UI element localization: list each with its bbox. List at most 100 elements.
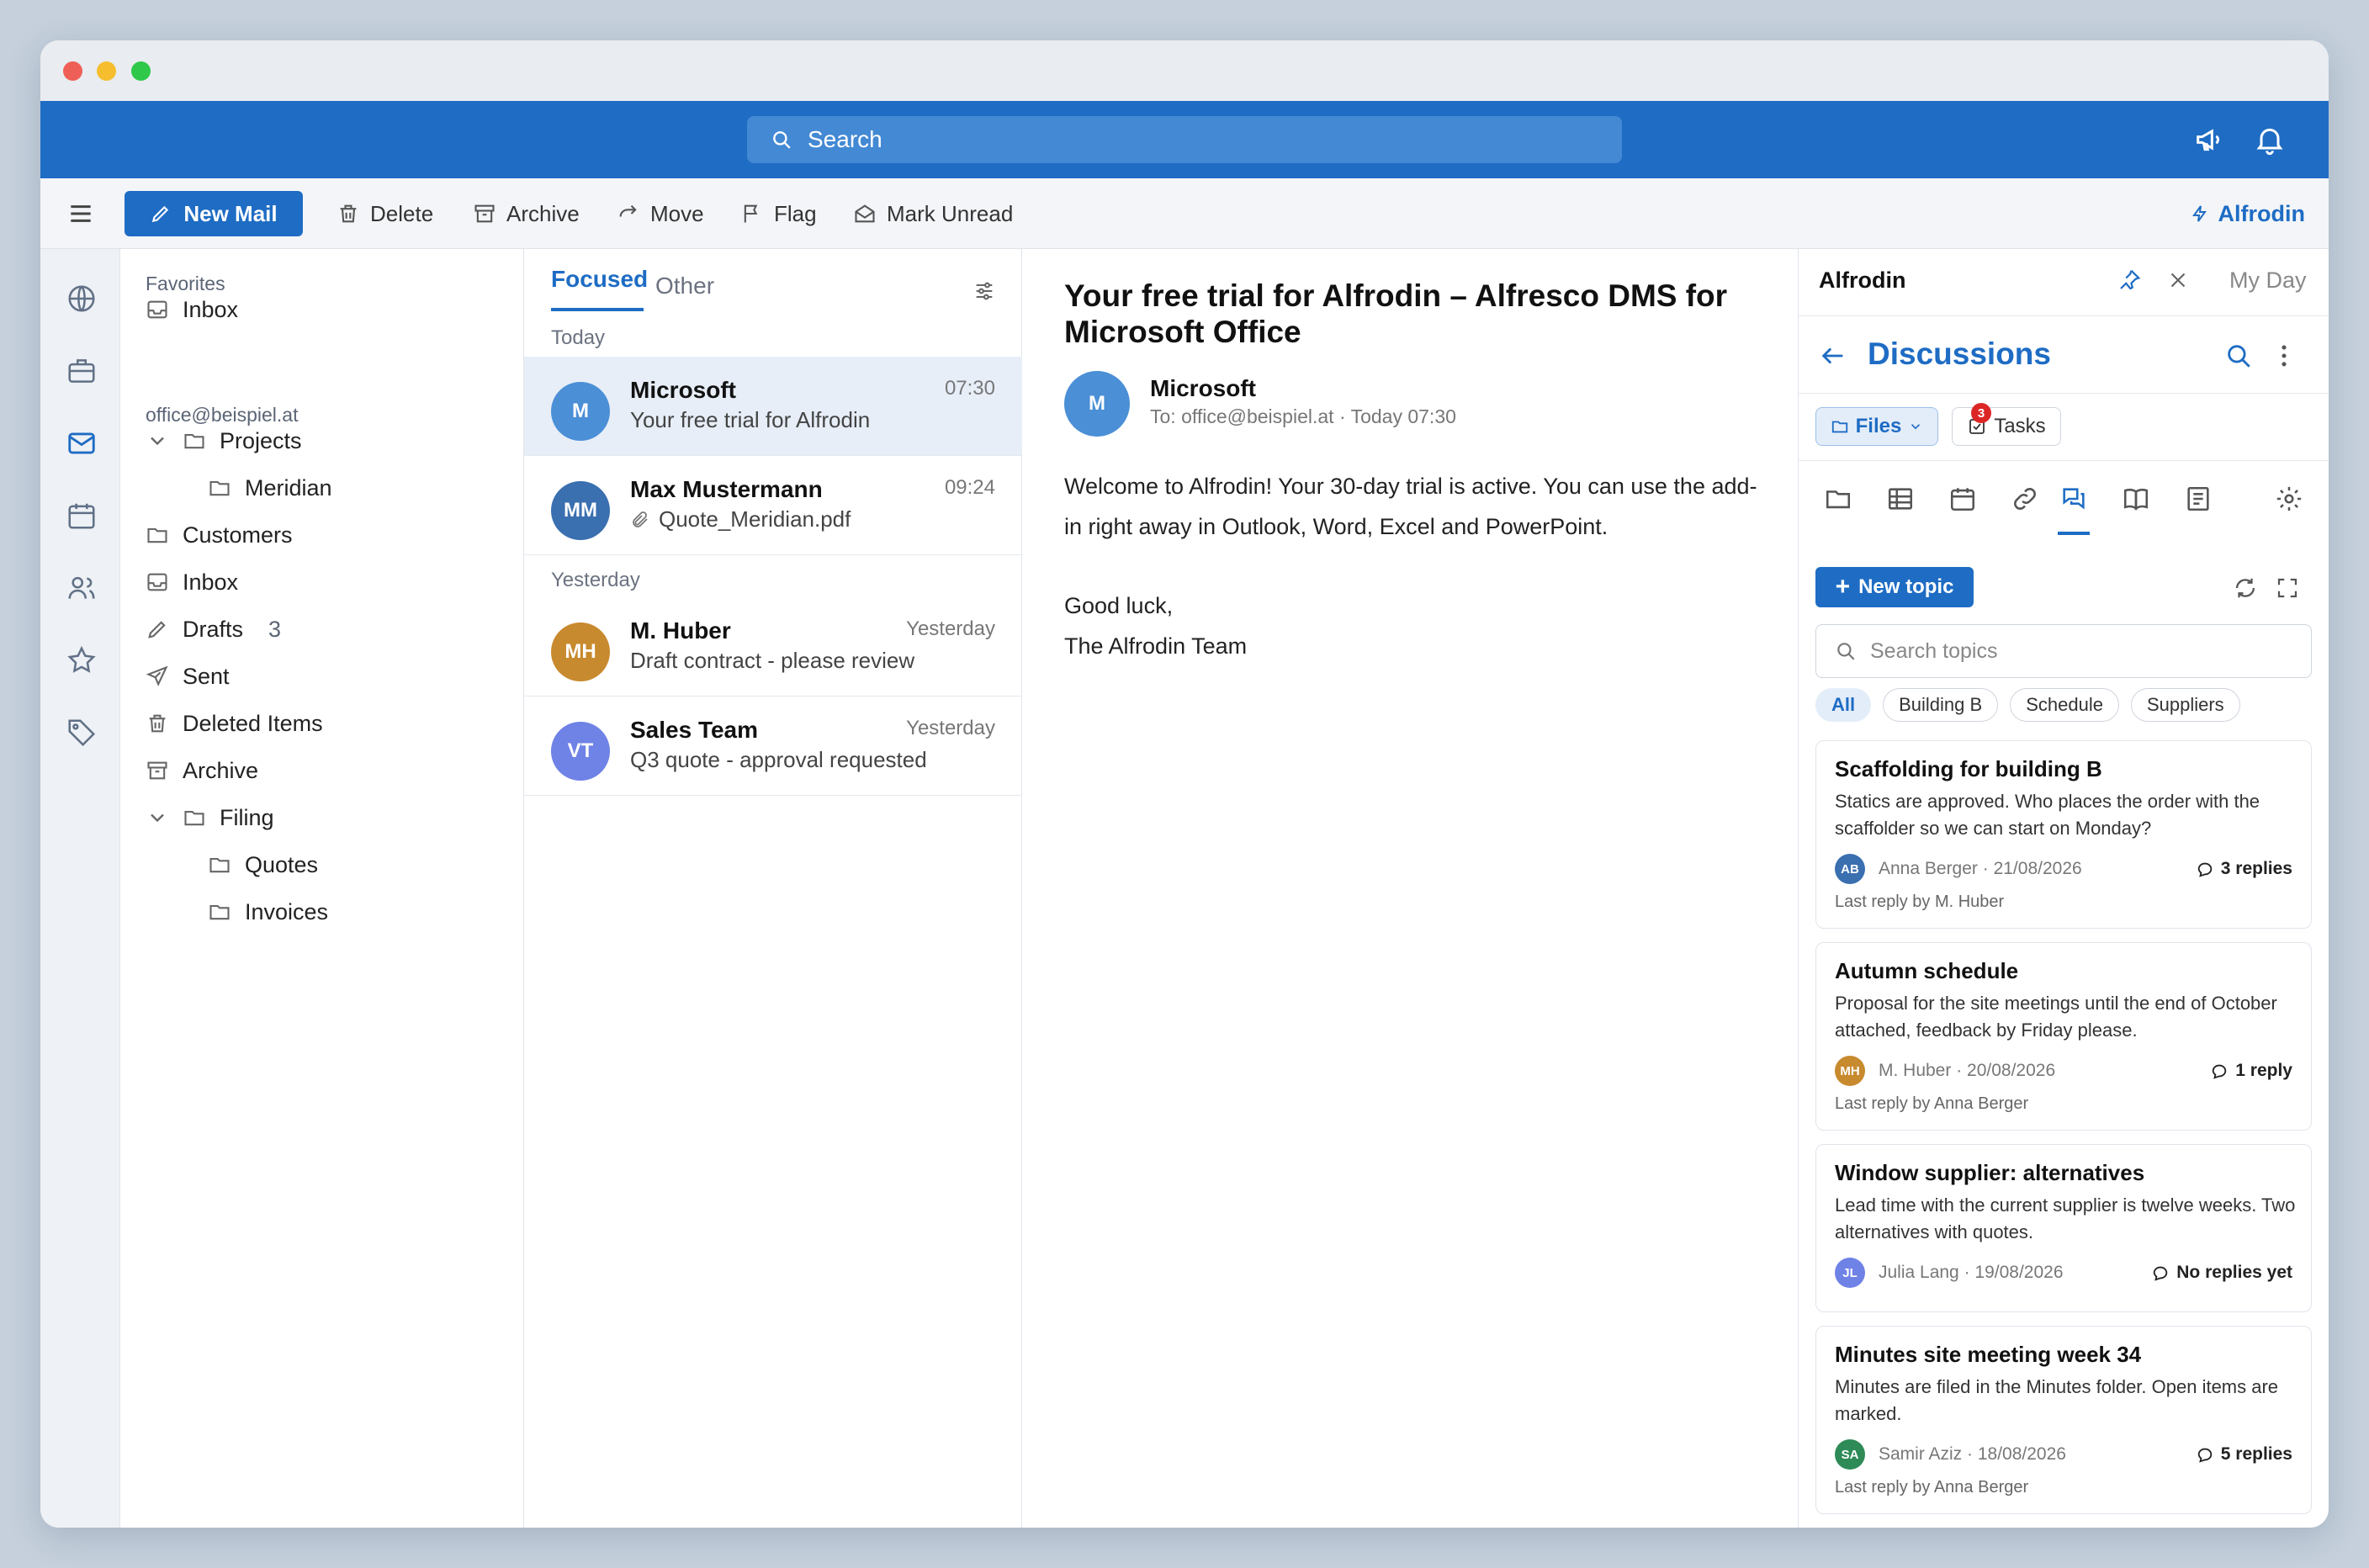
mail-icon[interactable] — [66, 427, 98, 459]
topic-excerpt: Statics are approved. Who places the ord… — [1835, 791, 2260, 839]
folder-deleted[interactable]: Deleted Items — [146, 707, 323, 740]
pin-icon[interactable] — [2117, 268, 2142, 293]
trash-icon — [340, 204, 357, 223]
gear-icon[interactable] — [2275, 485, 2303, 513]
folder-archive[interactable]: Archive — [146, 754, 258, 787]
link-icon[interactable] — [2011, 485, 2039, 513]
folder-inbox[interactable]: Inbox — [146, 565, 238, 599]
tab-focused[interactable]: Focused — [551, 266, 648, 293]
new-mail-button[interactable]: New Mail — [125, 191, 303, 236]
chevron-down-icon[interactable] — [146, 806, 169, 829]
topic-title: Minutes site meeting week 34 — [1835, 1342, 2142, 1367]
mark-unread-button[interactable]: Mark Unread — [853, 197, 1013, 230]
refresh-icon[interactable] — [2233, 575, 2258, 601]
chip-suppliers[interactable]: Suppliers — [2130, 688, 2240, 722]
email-body: Welcome to Alfrodin! Your 30-day trial i… — [1064, 466, 1771, 666]
globe-icon[interactable] — [66, 283, 98, 315]
archive-icon — [474, 204, 495, 223]
more-vertical-icon[interactable] — [2270, 342, 2298, 370]
filter-sliders-icon[interactable] — [973, 279, 996, 303]
archive-button[interactable]: Archive — [473, 197, 580, 230]
message-item[interactable]: M Microsoft Your free trial for Alfrodin… — [524, 357, 1022, 456]
flag-label: Flag — [774, 200, 817, 226]
expand-icon[interactable] — [2275, 575, 2300, 601]
avatar: JL — [1835, 1258, 1865, 1288]
archive-icon — [147, 761, 167, 780]
top-bar: Search — [40, 101, 2329, 178]
tag-icon[interactable] — [66, 717, 98, 749]
message-time: Yesterday — [906, 717, 995, 739]
table-icon[interactable] — [1886, 485, 1915, 513]
topic-card[interactable]: Minutes site meeting week 34 Minutes are… — [1815, 1326, 2312, 1514]
delete-button[interactable]: Delete — [337, 197, 433, 230]
topic-card[interactable]: Scaffolding for building B Statics are a… — [1815, 740, 2312, 929]
briefcase-icon[interactable] — [66, 355, 98, 387]
megaphone-icon[interactable] — [2192, 123, 2226, 156]
maximize-window-button[interactable] — [131, 61, 151, 81]
mark-unread-label: Mark Unread — [887, 200, 1014, 226]
folder-icon — [209, 857, 230, 873]
chevron-down-icon — [1911, 424, 1921, 430]
message-item[interactable]: VT Sales Team Q3 quote - approval reques… — [524, 697, 1022, 796]
folder-quotes[interactable]: Quotes — [208, 848, 318, 882]
folder-projects[interactable]: Projects — [146, 424, 302, 458]
document-list-icon[interactable] — [2184, 485, 2213, 513]
files-dropdown[interactable]: Files — [1815, 407, 1938, 446]
folder-favorites-inbox[interactable]: Inbox — [146, 293, 238, 326]
calendar-icon[interactable] — [1948, 485, 1977, 513]
folder-invoices[interactable]: Invoices — [208, 895, 328, 929]
alfrodin-addin-button[interactable]: Alfrodin — [2190, 197, 2305, 230]
book-icon[interactable] — [2122, 485, 2150, 513]
folder-customers[interactable]: Customers — [146, 518, 293, 552]
topic-last-reply: Last reply by M. Huber — [1835, 893, 2005, 911]
message-subject-text: Your free trial for Alfrodin — [630, 407, 871, 432]
tasks-button[interactable]: Tasks 3 — [1952, 403, 2061, 446]
search-icon[interactable] — [2224, 342, 2253, 370]
chevron-down-icon[interactable] — [146, 429, 169, 453]
context-pills: Files Tasks 3 — [1799, 394, 2329, 461]
star-icon[interactable] — [66, 644, 98, 676]
close-icon[interactable] — [2165, 268, 2191, 293]
move-button[interactable]: Move — [617, 197, 704, 230]
search-icon — [773, 131, 791, 149]
topic-author: Samir Aziz · 18/08/2026 — [1879, 1444, 2066, 1464]
email-sender[interactable]: Microsoft — [1150, 375, 1256, 402]
folder-sent[interactable]: Sent — [146, 660, 230, 693]
chip-all[interactable]: All — [1815, 688, 1872, 722]
topic-card[interactable]: Window supplier: alternatives Lead time … — [1815, 1144, 2312, 1312]
folder-icon — [209, 904, 230, 920]
topic-replies: 5 replies — [2196, 1444, 2292, 1465]
folder-icon[interactable] — [1824, 485, 1852, 513]
people-icon[interactable] — [66, 572, 98, 604]
folder-icon — [209, 480, 230, 496]
topic-last-reply: Last reply by Anna Berger — [1835, 1094, 2029, 1113]
folder-meridian[interactable]: Meridian — [208, 471, 332, 505]
arrow-left-icon[interactable] — [1819, 342, 1847, 370]
menu-icon[interactable] — [64, 197, 98, 230]
discussions-icon[interactable] — [2059, 485, 2088, 513]
folder-filing[interactable]: Filing — [146, 801, 274, 834]
close-window-button[interactable] — [63, 61, 82, 81]
comment-icon — [2197, 862, 2212, 877]
topic-card[interactable]: Autumn schedule Proposal for the site me… — [1815, 942, 2312, 1131]
message-item[interactable]: MH M. Huber Draft contract - please revi… — [524, 597, 1022, 697]
discussions-title: Discussions — [1868, 336, 2051, 371]
new-topic-button[interactable]: + New topic — [1815, 567, 1974, 607]
message-item[interactable]: MM Max Mustermann Quote_Meridian.pdf 09:… — [524, 456, 1022, 555]
calendar-icon[interactable] — [66, 500, 98, 532]
topic-replies: 1 reply — [2210, 1061, 2292, 1081]
alfrodin-side-panel: Alfrodin My Day Discussions Files Tasks … — [1798, 249, 2329, 1528]
chip-schedule[interactable]: Schedule — [2010, 688, 2119, 722]
bell-icon[interactable] — [2253, 123, 2287, 156]
chip-building-b[interactable]: Building B — [1883, 688, 1999, 722]
message-time: Yesterday — [906, 617, 995, 640]
search-topics-input[interactable]: Search topics — [1815, 624, 2312, 678]
folder-label: Meridian — [245, 474, 332, 501]
message-time: 07:30 — [944, 377, 995, 400]
my-day-button[interactable]: My Day — [2229, 268, 2307, 294]
flag-button[interactable]: Flag — [740, 197, 817, 230]
tab-other[interactable]: Other — [655, 273, 714, 299]
minimize-window-button[interactable] — [97, 61, 116, 81]
search-box[interactable]: Search — [747, 116, 1622, 163]
folder-drafts[interactable]: Drafts 3 — [146, 612, 281, 646]
